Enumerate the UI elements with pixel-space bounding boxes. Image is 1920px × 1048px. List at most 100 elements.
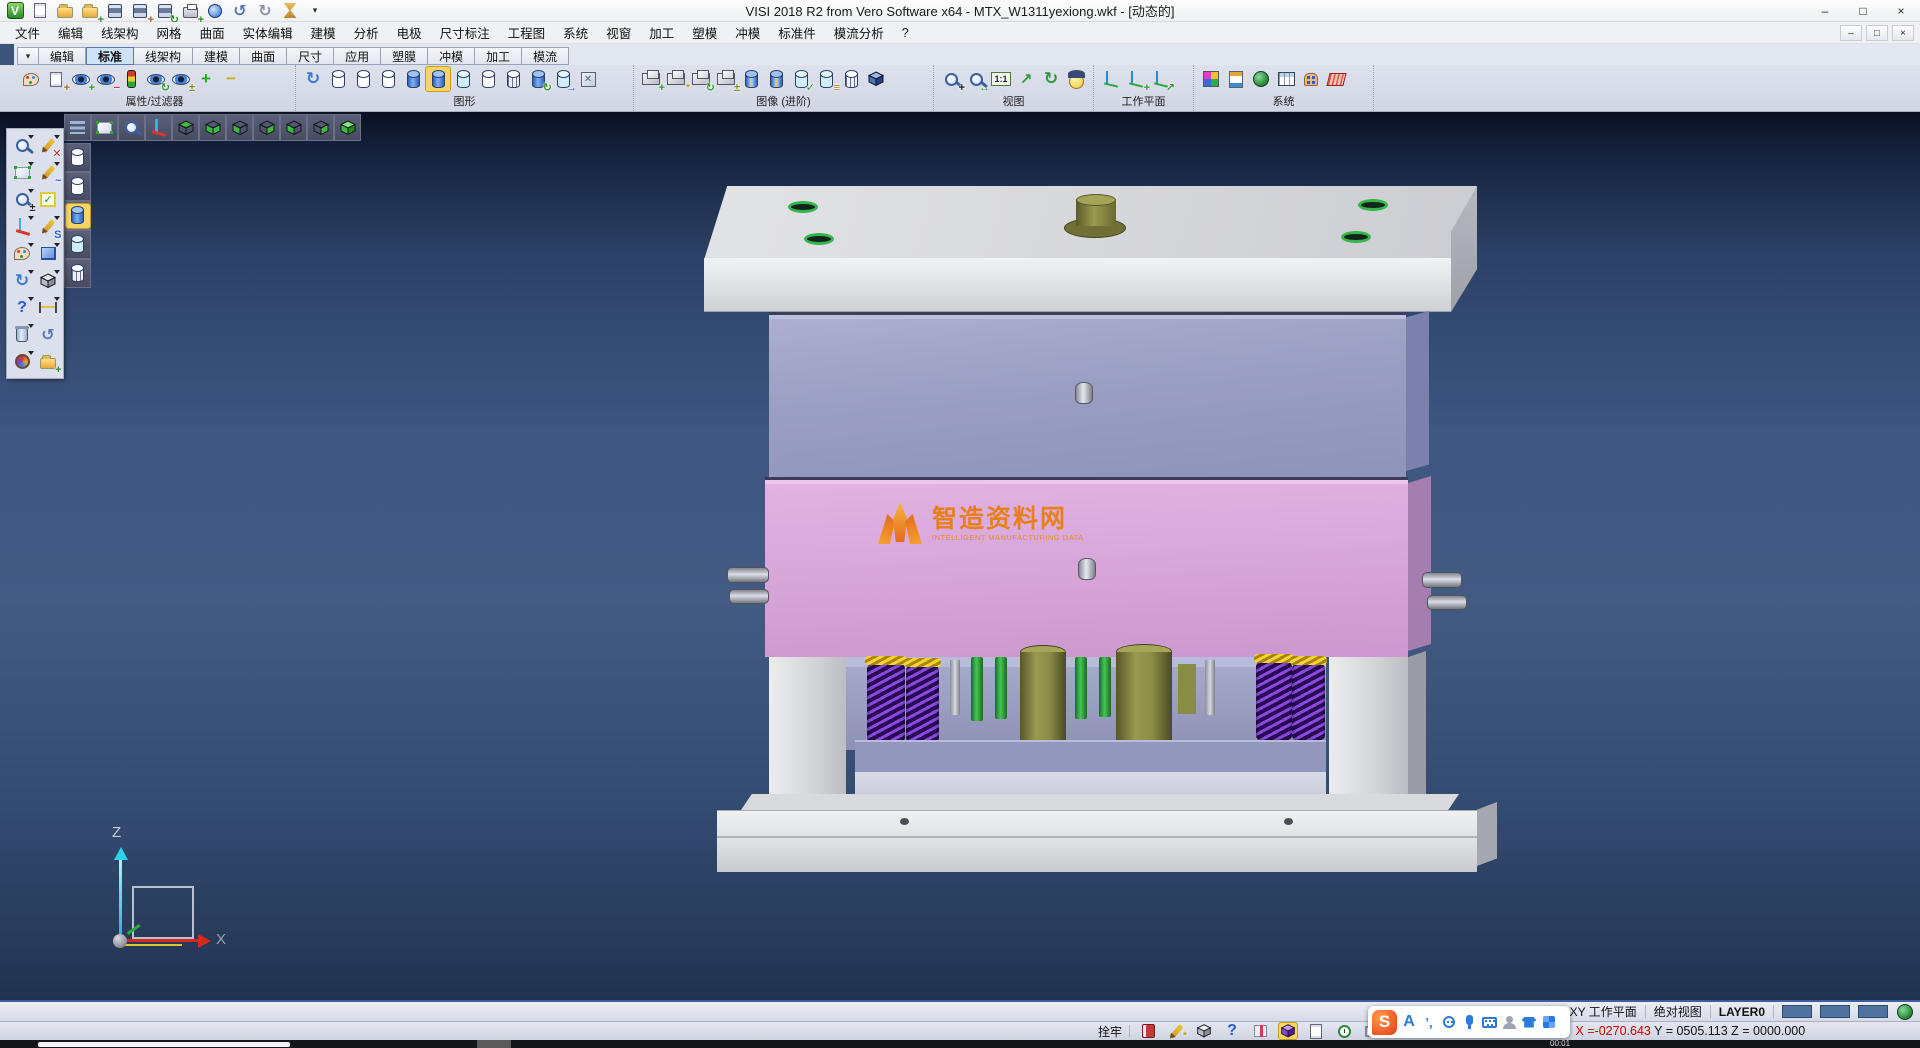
globe-icon[interactable] — [1896, 1003, 1914, 1021]
menu-mesh[interactable]: 网格 — [148, 21, 191, 44]
properties-copy-button[interactable]: + — [45, 70, 67, 89]
base-bolt-dot[interactable] — [1284, 818, 1293, 825]
tab-surface[interactable]: 曲面 — [240, 47, 287, 65]
tab-standard[interactable]: 标准 — [86, 47, 134, 65]
selection-indicator-box[interactable] — [1858, 1005, 1888, 1018]
validate-solid-button[interactable]: ✓ — [790, 70, 812, 89]
save-as-button[interactable]: + — [129, 1, 151, 20]
side-guide-pin-left[interactable] — [729, 589, 769, 604]
side-guide-pin-left[interactable] — [727, 567, 769, 583]
mdi-close-button[interactable]: × — [1892, 25, 1914, 41]
mdi-restore-button[interactable]: □ — [1866, 25, 1888, 41]
close-button[interactable]: × — [1882, 0, 1920, 22]
maximize-button[interactable]: □ — [1844, 0, 1882, 22]
grid-settings-button[interactable] — [1325, 70, 1347, 89]
fit-view-button[interactable] — [91, 114, 118, 141]
bolt-hole[interactable] — [1358, 199, 1388, 211]
flat-shading-button[interactable] — [477, 70, 499, 89]
package-icon[interactable] — [1193, 1023, 1215, 1040]
menu-help[interactable]: ? — [893, 24, 918, 42]
menu-machining[interactable]: 加工 — [640, 21, 683, 44]
top-clamp-plate-front-face[interactable] — [704, 258, 1451, 312]
refresh-visibility-button[interactable]: ↻ — [145, 70, 167, 89]
add-filter-button[interactable]: + — [195, 70, 217, 89]
ime-voice-icon[interactable] — [1459, 1010, 1479, 1034]
transparent-mode-button[interactable] — [64, 230, 91, 259]
qat-dropdown-button[interactable]: ▾ — [304, 1, 326, 20]
viewpoint-button[interactable] — [1065, 70, 1087, 89]
menu-stamping[interactable]: 冲模 — [726, 21, 769, 44]
menu-electrode[interactable]: 电极 — [388, 21, 431, 44]
dynamic-zoom-button[interactable] — [118, 114, 145, 141]
view-right-button[interactable] — [253, 114, 280, 141]
return-spring[interactable] — [1292, 663, 1325, 741]
zoom-in-out-button[interactable]: ± — [9, 186, 35, 213]
menu-solid-edit[interactable]: 实体编辑 — [234, 21, 302, 44]
redo-button[interactable]: ↻ — [254, 1, 276, 20]
open-part-button[interactable]: + — [35, 348, 61, 375]
view-front-button[interactable] — [280, 114, 307, 141]
move-origin-button[interactable] — [9, 213, 35, 240]
menu-wireframe[interactable]: 线架构 — [92, 21, 148, 44]
tab-moldflow[interactable]: 模流 — [522, 47, 569, 65]
filter-traffic-button[interactable] — [120, 70, 142, 89]
tab-application[interactable]: 应用 — [334, 47, 381, 65]
workplane-move-button[interactable]: ↗ — [1150, 70, 1172, 89]
bolt-hole[interactable] — [788, 201, 818, 213]
bolt-hole[interactable] — [804, 233, 834, 245]
undo-button[interactable]: ↺ — [229, 1, 251, 20]
cavity-plate-side-face[interactable] — [1408, 476, 1431, 651]
hidden-line-mode-button[interactable] — [64, 172, 91, 201]
bolt-hole[interactable] — [1341, 231, 1371, 243]
view-bottom-button[interactable] — [199, 114, 226, 141]
tab-wireframe[interactable]: 线架构 — [134, 47, 193, 65]
selection-settings-button[interactable] — [1300, 70, 1322, 89]
ime-language-icon[interactable]: A — [1399, 1010, 1419, 1034]
return-spring[interactable] — [906, 665, 939, 743]
guide-bushing-body[interactable] — [1116, 652, 1172, 749]
ime-logo-icon[interactable]: S — [1372, 1010, 1397, 1035]
cavity-plate-pin[interactable] — [1078, 558, 1096, 580]
base-bolt-dot[interactable] — [900, 818, 909, 825]
minimize-button[interactable]: – — [1806, 0, 1844, 22]
attributes-button[interactable] — [20, 70, 42, 89]
layer-indicator[interactable]: LAYER0 — [1719, 1005, 1765, 1019]
red-book-icon[interactable] — [1137, 1023, 1159, 1040]
export-solid-button[interactable]: ≡ — [815, 70, 837, 89]
tab-overflow-dropdown[interactable]: ▾ — [17, 47, 39, 65]
navigate-compass-button[interactable] — [9, 348, 35, 375]
sketch-curve-button[interactable]: ~ — [35, 159, 61, 186]
ime-skin-icon[interactable] — [1519, 1010, 1539, 1034]
new-file-button[interactable] — [29, 1, 51, 20]
redraw-button[interactable]: ↻ — [302, 70, 324, 89]
measure-distance-button[interactable] — [35, 294, 61, 321]
locating-ring-top[interactable] — [1076, 194, 1116, 206]
taskbar-item[interactable] — [38, 1042, 290, 1047]
small-bushing[interactable] — [1178, 664, 1196, 714]
tab-machining[interactable]: 加工 — [475, 47, 522, 65]
workplane-new-button[interactable]: + — [1125, 70, 1147, 89]
ejector-pin-green[interactable] — [1075, 657, 1087, 719]
refresh-button[interactable]: ↻ — [9, 267, 35, 294]
shaded-mode-button[interactable] — [64, 201, 91, 230]
view-isometric-button[interactable] — [334, 114, 361, 141]
import-button[interactable]: + — [79, 1, 101, 20]
taskbar-item[interactable] — [477, 1040, 511, 1048]
menu-window[interactable]: 视窗 — [597, 21, 640, 44]
zoom-dynamic-button[interactable] — [9, 132, 35, 159]
system-settings-button[interactable] — [1225, 70, 1247, 89]
print-button[interactable]: + — [179, 1, 201, 20]
menu-modeling[interactable]: 建模 — [302, 21, 345, 44]
shaded-edges-button[interactable] — [427, 70, 449, 89]
menu-moldflow[interactable]: 模流分析 — [825, 21, 893, 44]
menu-drawing[interactable]: 工程图 — [499, 21, 555, 44]
solid-view-button[interactable] — [865, 70, 887, 89]
tab-dimension[interactable]: 尺寸 — [287, 47, 334, 65]
ime-toolbox-icon[interactable] — [1539, 1010, 1559, 1034]
menu-file[interactable]: 文件 — [6, 21, 49, 44]
base-plate-front-face[interactable] — [717, 810, 1477, 872]
entities-filter-button[interactable]: * — [665, 70, 687, 89]
preview-button[interactable] — [204, 1, 226, 20]
base-plate-side-face[interactable] — [1477, 802, 1497, 866]
view-direction-button[interactable]: ↗ — [1015, 70, 1037, 89]
